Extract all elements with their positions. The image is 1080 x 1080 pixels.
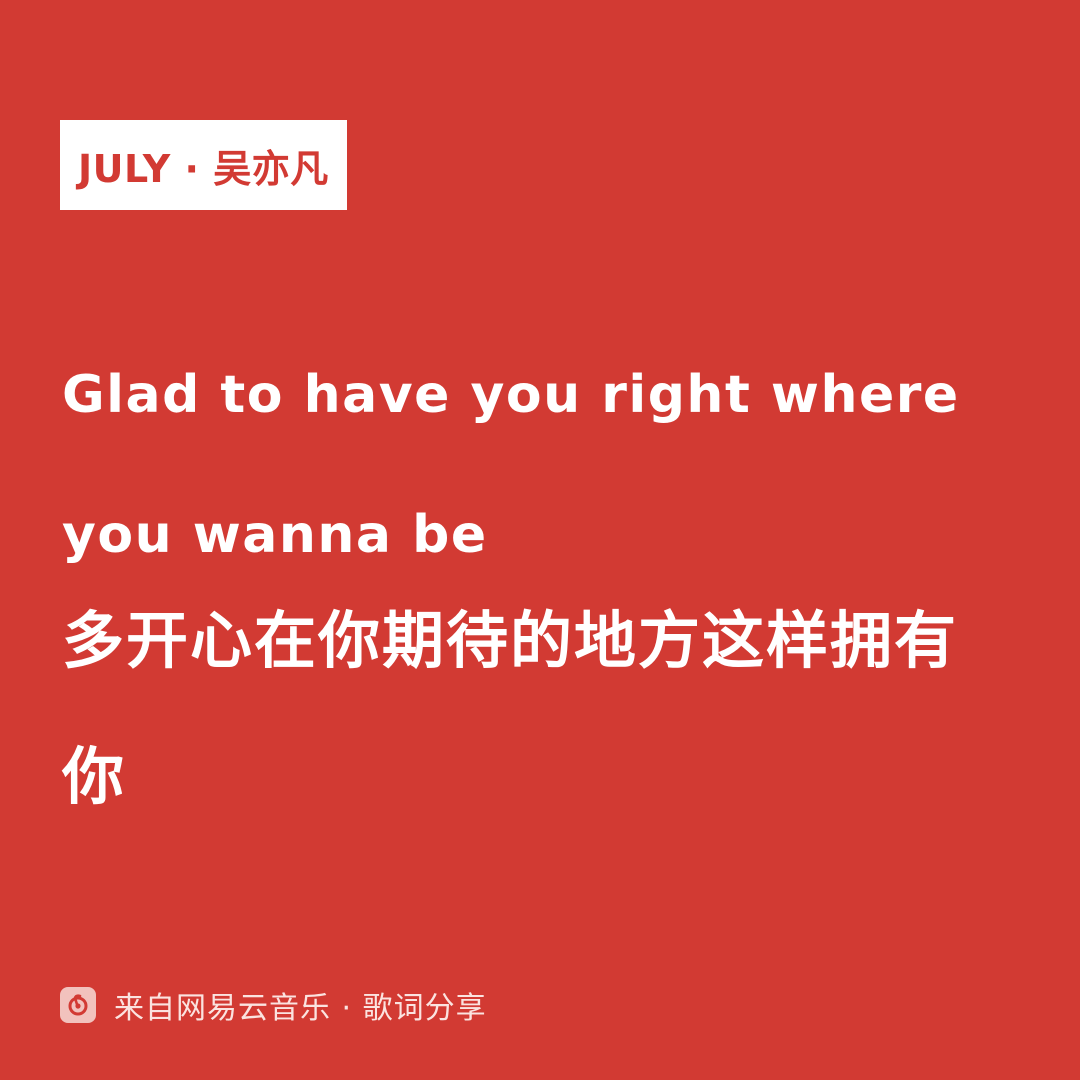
netease-music-icon	[60, 987, 96, 1023]
footer-attribution: 来自网易云音乐 · 歌词分享	[60, 986, 487, 1026]
lyric-share-card: JULY · 吴亦凡 Glad to have you right where …	[0, 0, 1080, 1080]
lyric-english: Glad to have you right where you wanna b…	[62, 365, 960, 565]
footer-source-text: 来自网易云音乐 · 歌词分享	[114, 991, 487, 1026]
song-title-tag: JULY · 吴亦凡	[60, 120, 347, 210]
song-artist-label: JULY · 吴亦凡	[78, 146, 329, 191]
lyrics-block: Glad to have you right where you wanna b…	[62, 325, 1022, 877]
netease-music-icon-glyph	[68, 994, 88, 1016]
lyric-chinese: 多开心在你期待的地方这样拥有你	[62, 604, 959, 813]
